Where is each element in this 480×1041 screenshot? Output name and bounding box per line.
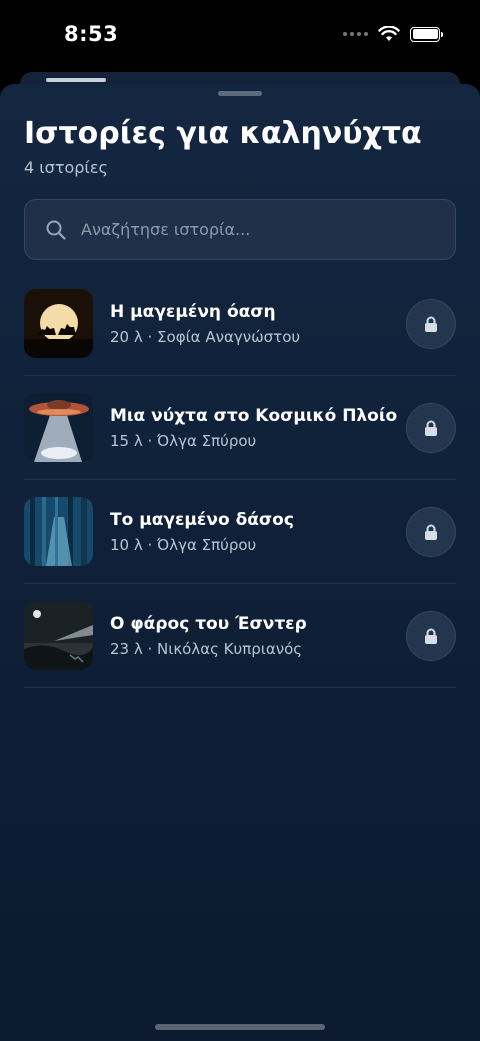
story-meta: 10 λ · Όλγα Σπύρου — [110, 536, 257, 554]
story-title: Ο φάρος του Έσντερ — [110, 614, 307, 634]
lock-icon — [425, 420, 437, 436]
story-title: Μια νύχτα στο Κοσμικό Πλοίο — [110, 406, 398, 426]
status-icons — [343, 26, 443, 42]
battery-icon — [410, 26, 443, 42]
list-item[interactable]: Μια νύχτα στο Κοσμικό Πλοίο 15 λ · Όλγα … — [24, 376, 456, 480]
list-item[interactable]: Ο φάρος του Έσντερ 23 λ · Νικόλας Κυπρια… — [24, 584, 456, 688]
lock-icon — [425, 316, 437, 332]
story-meta: 20 λ · Σοφία Αναγνώστου — [110, 328, 301, 346]
story-meta: 15 λ · Όλγα Σπύρου — [110, 432, 257, 450]
lock-button[interactable] — [406, 299, 456, 349]
search-input[interactable] — [81, 220, 421, 239]
lock-icon — [425, 628, 437, 644]
cellular-signal-icon — [343, 32, 368, 36]
status-bar: 8:53 — [0, 0, 480, 72]
lock-icon — [425, 524, 437, 540]
story-thumbnail — [24, 601, 93, 670]
search-icon — [46, 220, 66, 240]
lock-button[interactable] — [406, 403, 456, 453]
story-meta: 23 λ · Νικόλας Κυπριανός — [110, 640, 303, 658]
status-time: 8:53 — [64, 22, 119, 46]
lock-button[interactable] — [406, 611, 456, 661]
list-item[interactable]: Η μαγεμένη όαση 20 λ · Σοφία Αναγνώστου — [24, 272, 456, 376]
story-thumbnail — [24, 393, 93, 462]
home-indicator[interactable] — [155, 1024, 325, 1030]
wifi-icon — [378, 26, 400, 41]
search-bar[interactable] — [24, 199, 456, 260]
story-thumbnail — [24, 497, 93, 566]
story-count: 4 ιστορίες — [24, 158, 108, 177]
stories-sheet: Ιστορίες για καληνύχτα 4 ιστορίες Η μαγε… — [0, 84, 480, 1041]
sheet-grabber[interactable] — [218, 91, 262, 96]
story-title: Η μαγεμένη όαση — [110, 302, 276, 322]
list-item[interactable]: Το μαγεμένο δάσος 10 λ · Όλγα Σπύρου — [24, 480, 456, 584]
story-list: Η μαγεμένη όαση 20 λ · Σοφία Αναγνώστου — [24, 272, 456, 688]
lock-button[interactable] — [406, 507, 456, 557]
story-title: Το μαγεμένο δάσος — [110, 510, 294, 530]
page-title: Ιστορίες για καληνύχτα — [24, 116, 422, 151]
story-thumbnail — [24, 289, 93, 358]
